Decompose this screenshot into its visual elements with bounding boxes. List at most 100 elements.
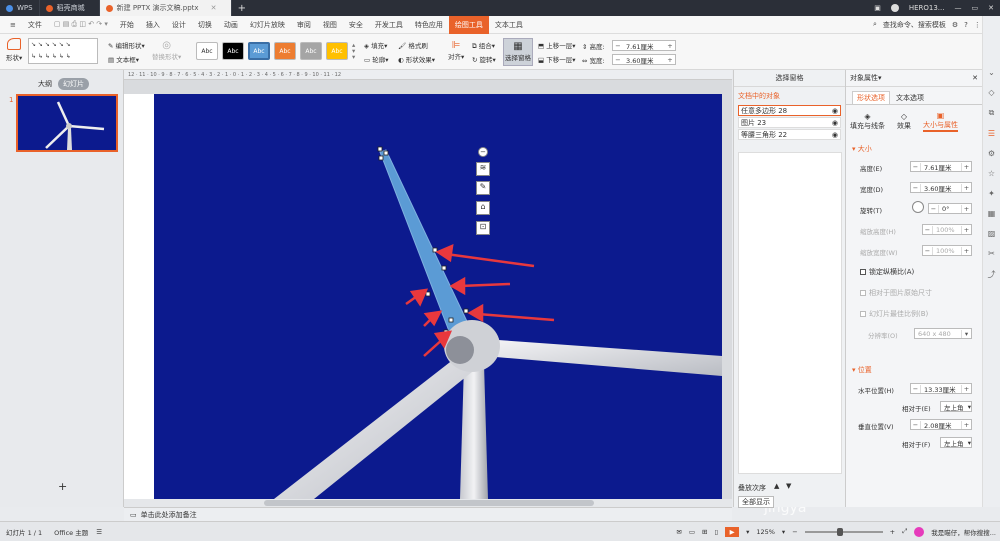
float-shape-icon[interactable]: ⌂ (476, 201, 490, 215)
replace-shape-button[interactable]: ◎ 替换形状▾ (152, 40, 181, 61)
menu-review[interactable]: 审阅 (291, 16, 317, 34)
tab-text-options[interactable]: 文本选项 (896, 93, 924, 103)
object-item-polygon[interactable]: 任意多边形 28 ◉ (738, 105, 841, 116)
tab-document[interactable]: 新建 PPTX 演示文稿.pptx ✕ (99, 0, 232, 16)
play-button[interactable]: ▶ (725, 526, 740, 537)
menu-drawing-tools[interactable]: 绘图工具 (448, 15, 489, 34)
zoom-thumb[interactable] (836, 527, 843, 536)
width-stepper[interactable]: −3.60厘米 + (612, 54, 676, 65)
format-brush-button[interactable]: 🖌 格式刷 (398, 40, 428, 50)
menu-file[interactable]: 文件 (22, 16, 48, 34)
rotate-stepper[interactable]: −0° + (928, 203, 972, 214)
stack-down-button[interactable]: ▼ (786, 482, 791, 490)
float-crop-icon[interactable]: ⊡ (476, 221, 490, 235)
style-orange[interactable]: Abc (274, 42, 296, 60)
notes-placeholder[interactable]: 单击此处添加备注 (141, 510, 197, 520)
rotate-dial-icon[interactable] (912, 201, 924, 213)
tool-shape-icon[interactable]: ◇ (988, 88, 994, 97)
tab-shape-options[interactable]: 形状选项 (852, 91, 890, 104)
tool-properties-icon[interactable]: ☰ (988, 129, 995, 138)
menu-animation[interactable]: 动画 (218, 16, 244, 34)
tool-settings-icon[interactable]: ⚙ (988, 149, 995, 158)
tool-collapse-icon[interactable]: ⌄ (988, 68, 995, 77)
shape-button[interactable]: 形状▾ (6, 38, 22, 62)
user-name[interactable]: HERO13... (909, 4, 945, 12)
float-pen-icon[interactable]: ✎ (476, 181, 490, 195)
select-pane-button[interactable]: ▦ 选择窗格 (503, 38, 533, 66)
notes-bar[interactable]: ▭ 单击此处添加备注 (124, 507, 732, 521)
close-window-icon[interactable]: ✕ (988, 4, 994, 12)
zoom-out-button[interactable]: − (792, 528, 797, 536)
close-pane-icon[interactable]: ✕ (972, 74, 978, 82)
relative-picture-checkbox[interactable]: 相对于图片原始尺寸 (860, 288, 932, 298)
style-white[interactable]: Abc (196, 42, 218, 60)
dropdown-icon[interactable]: ▾ (878, 74, 882, 82)
menu-slideshow[interactable]: 幻灯片放映 (244, 16, 291, 34)
view-normal-icon[interactable]: ▭ (689, 528, 695, 536)
comment-icon[interactable]: ✉ (676, 528, 681, 536)
height-stepper[interactable]: −7.61厘米 + (612, 40, 676, 51)
rotate-button[interactable]: ↻ 旋转▾ (472, 54, 496, 64)
scale-height-stepper[interactable]: −100% + (922, 224, 972, 235)
help-icon[interactable]: ? (964, 21, 968, 29)
assistant-text[interactable]: 我是瞄仔，帮你搜搜... (931, 527, 996, 537)
spellcheck-icon[interactable]: ☰ (96, 528, 102, 536)
view-sorter-icon[interactable]: ⊞ (702, 528, 707, 536)
tool-table-icon[interactable]: ▦ (988, 209, 996, 218)
menu-insert[interactable]: 插入 (140, 16, 166, 34)
menu-text-tools[interactable]: 文本工具 (489, 16, 529, 34)
settings-icon[interactable]: ⚙ (952, 21, 958, 29)
zoom-dropdown-icon[interactable]: ▾ (782, 528, 785, 536)
chevron-down-icon[interactable]: ▾ (968, 439, 971, 447)
bring-forward-button[interactable]: ⬒ 上移一层▾ (538, 40, 576, 50)
tool-animation-icon[interactable]: ✦ (988, 189, 995, 198)
tool-star-icon[interactable]: ☆ (988, 169, 995, 178)
checkbox-icon[interactable] (860, 290, 866, 296)
menu-design[interactable]: 设计 (166, 16, 192, 34)
chevron-down-icon[interactable]: ▾ (968, 403, 971, 411)
shape-gallery[interactable]: ↘ ↘ ↘ ↘ ↘ ↘ ↳ ↳ ↳ ↳ ↳ ↳ (28, 38, 98, 64)
outline-tab[interactable]: 大纲 (38, 79, 52, 89)
float-collapse-icon[interactable]: − (478, 147, 488, 157)
lock-ratio-checkbox[interactable]: 锁定纵横比(A) (860, 267, 914, 277)
zoom-level[interactable]: 125% (756, 528, 775, 536)
assistant-icon[interactable] (914, 526, 925, 537)
menu-home[interactable]: 开始 (114, 16, 140, 34)
add-slide-button[interactable]: + (58, 480, 67, 493)
tool-share-icon[interactable]: ⤴ (988, 269, 996, 280)
relative2-select[interactable]: 左上角 ▾ (940, 437, 972, 448)
fit-window-icon[interactable]: ⤢ (902, 527, 907, 536)
eye-icon[interactable]: ◉ (832, 119, 840, 127)
object-item-triangle[interactable]: 等腰三角形 22 ◉ (738, 129, 841, 140)
checkbox-icon[interactable] (860, 311, 866, 317)
zoom-slider[interactable] (804, 527, 883, 536)
width-stepper[interactable]: −3.60厘米 + (910, 182, 972, 193)
vpos-stepper[interactable]: −2.08厘米 + (910, 419, 972, 430)
menu-security[interactable]: 安全 (343, 16, 369, 34)
height-stepper[interactable]: −7.61厘米 + (910, 161, 972, 172)
menu-transition[interactable]: 切换 (192, 16, 218, 34)
group-button[interactable]: ⧉ 组合▾ (472, 40, 495, 51)
layout-icon[interactable]: ▣ (874, 4, 881, 12)
resolution-select[interactable]: 640 x 480 ▾ (914, 328, 972, 339)
hpos-stepper[interactable]: −13.33厘米 + (910, 383, 972, 394)
maximize-icon[interactable]: ▭ (972, 4, 979, 12)
close-tab-icon[interactable]: ✕ (211, 4, 217, 12)
tool-picture-icon[interactable]: ▨ (988, 229, 996, 238)
tool-copy-icon[interactable]: ⧉ (989, 108, 995, 118)
avatar[interactable] (890, 4, 899, 12)
horizontal-scrollbar[interactable] (124, 499, 732, 507)
tab-docer-store[interactable]: 稻壳商城 (40, 0, 100, 16)
new-tab-button[interactable]: + (232, 3, 252, 14)
style-gray[interactable]: Abc (300, 42, 322, 60)
more-icon[interactable]: ⋮ (974, 21, 981, 29)
play-dropdown-icon[interactable]: ▾ (746, 528, 749, 536)
slide[interactable] (154, 94, 722, 499)
menu-developer[interactable]: 开发工具 (369, 16, 409, 34)
shape-effect-button[interactable]: ◐ 形状效果▾ (398, 54, 435, 64)
menu-icon[interactable]: ≡ (4, 16, 22, 34)
zoom-in-button[interactable]: + (890, 528, 895, 536)
minimize-icon[interactable]: — (955, 4, 962, 12)
eye-icon[interactable]: ◉ (832, 107, 840, 115)
object-item-picture[interactable]: 图片 23 ◉ (738, 117, 841, 128)
